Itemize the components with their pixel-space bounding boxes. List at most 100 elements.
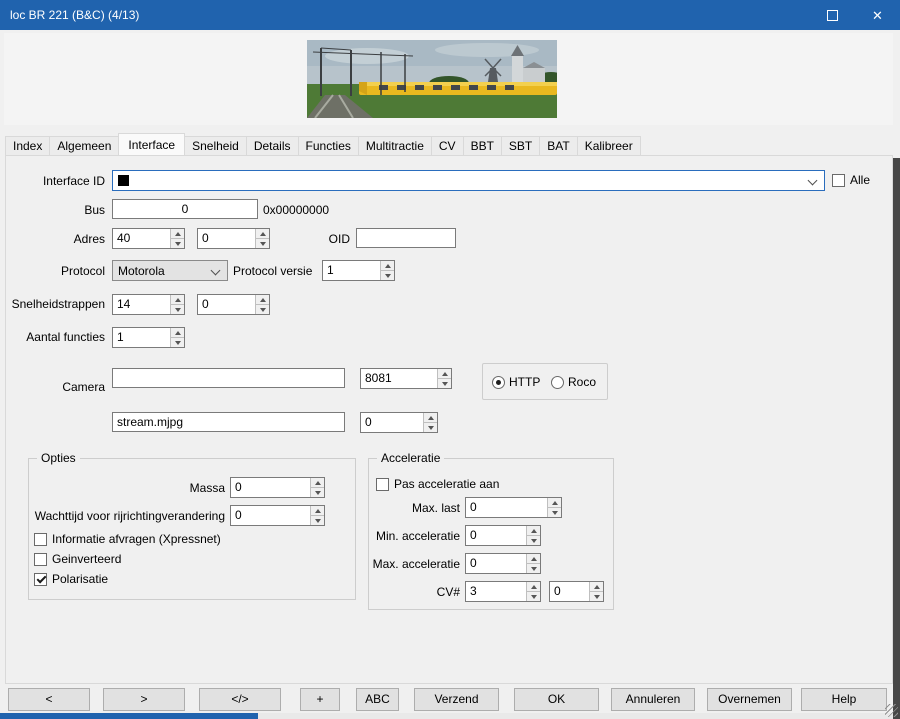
informatie-checkbox[interactable]: Informatie afvragen (Xpressnet) bbox=[34, 531, 221, 547]
adres2-spinner[interactable]: 0 bbox=[197, 228, 270, 249]
spin-down-button[interactable] bbox=[311, 516, 324, 525]
abc-sort-button[interactable]: ABC bbox=[356, 688, 399, 711]
snelheidstrappen-spinner[interactable]: 14 bbox=[112, 294, 185, 315]
cv2-value[interactable]: 0 bbox=[550, 582, 589, 601]
snelheidstrappen2-value[interactable]: 0 bbox=[198, 295, 255, 314]
camera-port-spinner[interactable]: 8081 bbox=[360, 368, 452, 389]
tab-interface[interactable]: Interface bbox=[118, 133, 185, 156]
spin-up-button[interactable] bbox=[171, 229, 184, 239]
spin-up-button[interactable] bbox=[256, 295, 269, 305]
verzend-button[interactable]: Verzend bbox=[414, 688, 499, 711]
protocol-combobox[interactable]: Motorola bbox=[112, 260, 228, 281]
camera-stream-field[interactable]: stream.mjpg bbox=[112, 412, 345, 432]
min-acceleratie-value[interactable]: 0 bbox=[466, 526, 526, 545]
tab-kalibreer[interactable]: Kalibreer bbox=[577, 136, 641, 156]
spin-down-button[interactable] bbox=[171, 239, 184, 248]
spin-up-button[interactable] bbox=[311, 506, 324, 516]
spin-down-button[interactable] bbox=[381, 271, 394, 280]
cv-value[interactable]: 3 bbox=[466, 582, 526, 601]
cv2-spinner[interactable]: 0 bbox=[549, 581, 604, 602]
max-last-spinner[interactable]: 0 bbox=[465, 497, 562, 518]
spin-down-button[interactable] bbox=[311, 488, 324, 497]
massa-value[interactable]: 0 bbox=[231, 478, 310, 497]
massa-spinner[interactable]: 0 bbox=[230, 477, 325, 498]
overnemen-button[interactable]: Overnemen bbox=[707, 688, 792, 711]
spin-up-button[interactable] bbox=[438, 369, 451, 379]
spin-down-button[interactable] bbox=[548, 508, 561, 517]
spin-up-button[interactable] bbox=[171, 295, 184, 305]
max-acceleratie-spinner[interactable]: 0 bbox=[465, 553, 541, 574]
spin-up-button[interactable] bbox=[381, 261, 394, 271]
tab-cv[interactable]: CV bbox=[431, 136, 463, 156]
tab-snelheid[interactable]: Snelheid bbox=[185, 136, 246, 156]
wachttijd-spinner[interactable]: 0 bbox=[230, 505, 325, 526]
spin-up-button[interactable] bbox=[171, 328, 184, 338]
prev-next-button[interactable]: </> bbox=[199, 688, 281, 711]
interface-id-combobox[interactable] bbox=[112, 170, 825, 191]
bus-field[interactable]: 0 bbox=[112, 199, 258, 219]
tab-algemeen[interactable]: Algemeen bbox=[49, 136, 118, 156]
resize-grip[interactable] bbox=[885, 704, 898, 717]
oid-field[interactable] bbox=[356, 228, 456, 248]
spin-down-button[interactable] bbox=[171, 338, 184, 347]
camera-index-spinner[interactable]: 0 bbox=[360, 412, 438, 433]
tab-details[interactable]: Details bbox=[246, 136, 298, 156]
close-button[interactable]: ✕ bbox=[855, 0, 900, 30]
snelheidstrappen2-spinner[interactable]: 0 bbox=[197, 294, 270, 315]
adres-spinner[interactable]: 40 bbox=[112, 228, 185, 249]
http-radio[interactable]: HTTP bbox=[492, 374, 540, 390]
spin-down-button[interactable] bbox=[171, 305, 184, 314]
camera-url-field[interactable] bbox=[112, 368, 345, 388]
spin-down-button[interactable] bbox=[438, 379, 451, 388]
maximize-button[interactable] bbox=[810, 0, 855, 30]
wachttijd-value[interactable]: 0 bbox=[231, 506, 310, 525]
titlebar[interactable]: loc BR 221 (B&C) (4/13) ✕ bbox=[0, 0, 900, 30]
cv-spinner[interactable]: 3 bbox=[465, 581, 541, 602]
max-acceleratie-value[interactable]: 0 bbox=[466, 554, 526, 573]
spin-down-button[interactable] bbox=[256, 239, 269, 248]
tab-bat[interactable]: BAT bbox=[539, 136, 576, 156]
desktop-background-strip bbox=[893, 158, 900, 719]
spin-down-button[interactable] bbox=[424, 423, 437, 432]
aantal-functies-value[interactable]: 1 bbox=[113, 328, 170, 347]
max-last-value[interactable]: 0 bbox=[466, 498, 547, 517]
annuleren-button[interactable]: Annuleren bbox=[611, 688, 695, 711]
add-button[interactable]: + bbox=[300, 688, 340, 711]
polarisatie-checkbox[interactable]: Polarisatie bbox=[34, 571, 108, 587]
spin-up-button[interactable] bbox=[527, 582, 540, 592]
adres2-value[interactable]: 0 bbox=[198, 229, 255, 248]
camera-port-value[interactable]: 8081 bbox=[361, 369, 437, 388]
spin-down-button[interactable] bbox=[527, 564, 540, 573]
spin-up-button[interactable] bbox=[311, 478, 324, 488]
alle-checkbox[interactable]: Alle bbox=[832, 172, 870, 188]
ok-button[interactable]: OK bbox=[514, 688, 599, 711]
tab-bbt[interactable]: BBT bbox=[463, 136, 501, 156]
next-loco-button[interactable]: > bbox=[103, 688, 185, 711]
spin-up-button[interactable] bbox=[548, 498, 561, 508]
spin-down-button[interactable] bbox=[527, 592, 540, 601]
spin-up-button[interactable] bbox=[256, 229, 269, 239]
spin-up-button[interactable] bbox=[590, 582, 603, 592]
protocol-versie-spinner[interactable]: 1 bbox=[322, 260, 395, 281]
spin-down-button[interactable] bbox=[527, 536, 540, 545]
camera-index-value[interactable]: 0 bbox=[361, 413, 423, 432]
protocol-versie-value[interactable]: 1 bbox=[323, 261, 380, 280]
spin-down-button[interactable] bbox=[256, 305, 269, 314]
aantal-functies-spinner[interactable]: 1 bbox=[112, 327, 185, 348]
pas-acceleratie-checkbox[interactable]: Pas acceleratie aan bbox=[376, 476, 499, 492]
tab-multitractie[interactable]: Multitractie bbox=[358, 136, 431, 156]
tab-functies[interactable]: Functies bbox=[298, 136, 358, 156]
spin-down-button[interactable] bbox=[590, 592, 603, 601]
adres-value[interactable]: 40 bbox=[113, 229, 170, 248]
roco-radio[interactable]: Roco bbox=[551, 374, 596, 390]
snelheidstrappen-value[interactable]: 14 bbox=[113, 295, 170, 314]
tab-index[interactable]: Index bbox=[5, 136, 49, 156]
spin-up-button[interactable] bbox=[527, 554, 540, 564]
tab-sbt[interactable]: SBT bbox=[501, 136, 539, 156]
help-button[interactable]: Help bbox=[801, 688, 887, 711]
spin-up-button[interactable] bbox=[424, 413, 437, 423]
geinverteerd-checkbox[interactable]: Geinverteerd bbox=[34, 551, 121, 567]
min-acceleratie-spinner[interactable]: 0 bbox=[465, 525, 541, 546]
spin-up-button[interactable] bbox=[527, 526, 540, 536]
prev-loco-button[interactable]: < bbox=[8, 688, 90, 711]
